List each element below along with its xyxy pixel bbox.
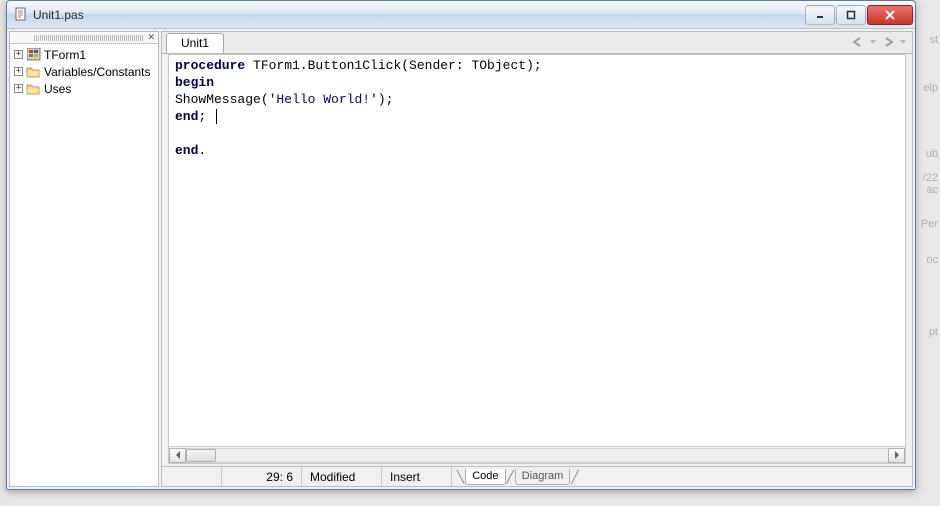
bg-text: pt	[929, 326, 938, 338]
tree-item-label: Variables/Constants	[44, 65, 151, 79]
document-icon	[13, 7, 28, 22]
code-text: TForm1.Button1Click(Sender: TObject);	[245, 58, 541, 73]
expand-icon[interactable]: +	[14, 67, 23, 76]
code-text: ;	[198, 109, 214, 124]
nav-forward-button[interactable]	[880, 35, 896, 49]
scroll-left-button[interactable]	[169, 448, 186, 463]
text-cursor	[216, 109, 217, 124]
titlebar[interactable]: Unit1.pas	[7, 1, 915, 29]
ide-window: Unit1.pas ✕ +	[6, 0, 916, 490]
window-title: Unit1.pas	[33, 8, 805, 22]
code-text: ShowMessage(	[175, 92, 269, 107]
bg-text: ac	[926, 184, 938, 196]
keyword: procedure	[175, 58, 245, 73]
string-literal: 'Hello World!'	[269, 92, 378, 107]
nav-back-button[interactable]	[850, 35, 866, 49]
status-insert-mode: Insert	[382, 467, 452, 486]
tree-item-label: Uses	[44, 82, 71, 96]
expand-icon[interactable]: +	[14, 50, 23, 59]
horizontal-scrollbar[interactable]	[169, 446, 905, 463]
client-area: ✕ + TForm1 + Variables/Constants	[7, 29, 915, 489]
tree-item-variables[interactable]: + Variables/Constants	[12, 63, 156, 80]
maximize-button[interactable]	[836, 5, 866, 25]
status-position: 29: 6	[222, 467, 302, 486]
minimize-button[interactable]	[805, 5, 835, 25]
expand-icon[interactable]: +	[14, 84, 23, 93]
bg-text: st	[929, 34, 938, 46]
tree-header: ✕	[10, 32, 158, 44]
structure-tree-panel: ✕ + TForm1 + Variables/Constants	[9, 31, 159, 487]
editor-wrap: procedure TForm1.Button1Click(Sender: TO…	[168, 54, 906, 464]
tab-divider: ╲	[457, 470, 464, 484]
tree-item-label: TForm1	[44, 48, 86, 62]
keyword: end	[175, 143, 198, 158]
tree-item-uses[interactable]: + Uses	[12, 80, 156, 97]
folder-icon	[26, 65, 41, 79]
statusbar: 29: 6 Modified Insert ╲ Code ╱ Diagram ╱	[162, 466, 912, 486]
tab-unit1[interactable]: Unit1	[166, 33, 224, 53]
code-text: .	[198, 143, 206, 158]
editor-main: Unit1 procedure TForm1.Button1Click(Send…	[161, 31, 913, 487]
bg-text: Per	[921, 218, 938, 230]
scroll-right-button[interactable]	[888, 448, 905, 463]
tab-row: Unit1	[162, 32, 912, 54]
scroll-thumb[interactable]	[186, 449, 216, 462]
code-editor[interactable]: procedure TForm1.Button1Click(Sender: TO…	[169, 55, 905, 446]
tab-divider: ╱	[507, 470, 514, 484]
folder-icon	[26, 82, 41, 96]
structure-tree[interactable]: + TForm1 + Variables/Constants +	[10, 44, 158, 486]
bg-text: ub	[926, 148, 938, 160]
keyword: end	[175, 109, 198, 124]
close-button[interactable]	[867, 5, 913, 25]
window-controls	[805, 5, 913, 25]
code-text: );	[378, 92, 394, 107]
nav-back-dropdown[interactable]	[870, 35, 876, 49]
tree-close-icon[interactable]: ✕	[147, 32, 155, 43]
bg-text: /22	[923, 172, 938, 184]
tree-grip[interactable]	[34, 35, 144, 41]
nav-arrows	[850, 35, 906, 49]
status-modified: Modified	[302, 467, 382, 486]
bg-text: elp	[923, 82, 938, 94]
tab-diagram[interactable]: Diagram	[515, 469, 571, 485]
keyword: begin	[175, 75, 214, 90]
status-blank	[162, 467, 222, 486]
scroll-track[interactable]	[186, 448, 888, 463]
view-mode-tabs: ╲ Code ╱ Diagram ╱	[452, 467, 580, 486]
nav-forward-dropdown[interactable]	[900, 35, 906, 49]
form-icon	[26, 48, 41, 62]
bg-text: oc	[926, 254, 938, 266]
tree-item-tform1[interactable]: + TForm1	[12, 46, 156, 63]
tab-code[interactable]: Code	[465, 469, 505, 485]
tab-divider: ╱	[571, 470, 578, 484]
